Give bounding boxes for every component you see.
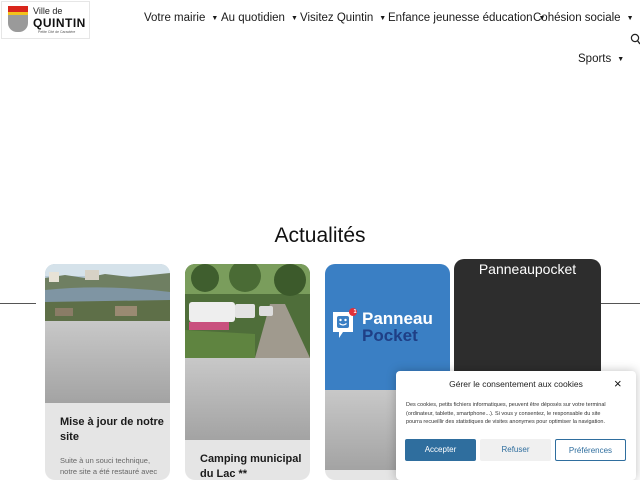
divider-line [0, 303, 36, 304]
cookie-text: Des cookies, petits fichiers informatiqu… [406, 401, 631, 427]
card-title-line2: site [60, 431, 79, 443]
accept-button[interactable]: Accepter [405, 439, 476, 461]
chevron-down-icon: ▼ [617, 56, 625, 63]
logo-line1: Ville de [33, 6, 63, 16]
nav-item-label: Votre mairie [144, 12, 206, 24]
search-icon[interactable] [630, 33, 640, 45]
site-logo[interactable]: Ville de QUINTIN Petite Cité de Caractèr… [1, 1, 90, 39]
news-card-image [185, 264, 310, 358]
cookie-text-line1: Des cookies, petits fichiers informatiqu… [406, 402, 606, 408]
news-card-site-update[interactable]: Mise à jour de notre site Suite à un sou… [45, 264, 170, 480]
logo-line2: QUINTIN [33, 16, 86, 30]
notification-badge: 1 [353, 309, 357, 315]
card-image-placeholder [45, 321, 170, 403]
card-title-line1: Mise à jour de notre [60, 416, 164, 428]
section-title: Actualités [274, 224, 366, 247]
nav-item-votre-mairie[interactable]: Votre mairie ▼ [144, 12, 218, 24]
news-card-camping[interactable]: Camping municipal du Lac ** [185, 264, 310, 480]
card-excerpt-line2: notre site a été restauré avec [60, 467, 158, 476]
nav-item-label: Sports [578, 53, 612, 65]
nav-item-label: Au quotidien [221, 12, 285, 24]
nav-item-enfance[interactable]: Enfance jeunesse éducation ▼ [388, 12, 545, 24]
nav-item-cohesion-sociale[interactable]: Cohésion sociale ▼ [533, 12, 634, 24]
logo-tagline: Petite Cité de Caractère [38, 30, 76, 34]
card-title-line1: Camping municipal [200, 453, 302, 465]
chevron-down-icon: ▼ [211, 15, 219, 22]
divider-line [600, 303, 640, 304]
crest-icon [8, 6, 28, 32]
nav-item-label: Visitez Quintin [300, 12, 374, 24]
refuse-button[interactable]: Refuser [480, 439, 551, 461]
preferences-button[interactable]: Préférences [555, 439, 626, 461]
cookie-title: Gérer le consentement aux cookies [449, 379, 583, 389]
card-image-placeholder [185, 358, 310, 440]
close-icon[interactable]: × [614, 376, 622, 391]
nav-item-sports[interactable]: Sports ▼ [578, 53, 624, 65]
news-card-image [45, 264, 170, 321]
nav-item-label: Enfance jeunesse éducation [388, 12, 533, 24]
featured-card-title: Panneaupocket [478, 261, 577, 277]
cookie-text-line2: (ordinateur, tablette, smartphone...). S… [406, 410, 601, 417]
nav-item-visitez-quintin[interactable]: Visitez Quintin ▼ [300, 12, 386, 24]
brand-line2: Pocket [362, 326, 418, 345]
nav-item-label: Cohésion sociale [533, 12, 621, 24]
cookie-text-line3: pourra recueillir des statistiques de vi… [406, 419, 606, 425]
nav-item-au-quotidien[interactable]: Au quotidien ▼ [221, 12, 298, 24]
chevron-down-icon: ▼ [626, 15, 634, 22]
chevron-down-icon: ▼ [379, 15, 387, 22]
card-title-line2: du Lac ** [200, 468, 248, 480]
cookie-consent-banner: Gérer le consentement aux cookies × Des … [396, 371, 636, 480]
card-excerpt-line1: Suite à un souci technique, [60, 456, 151, 465]
chevron-down-icon: ▼ [290, 15, 298, 22]
